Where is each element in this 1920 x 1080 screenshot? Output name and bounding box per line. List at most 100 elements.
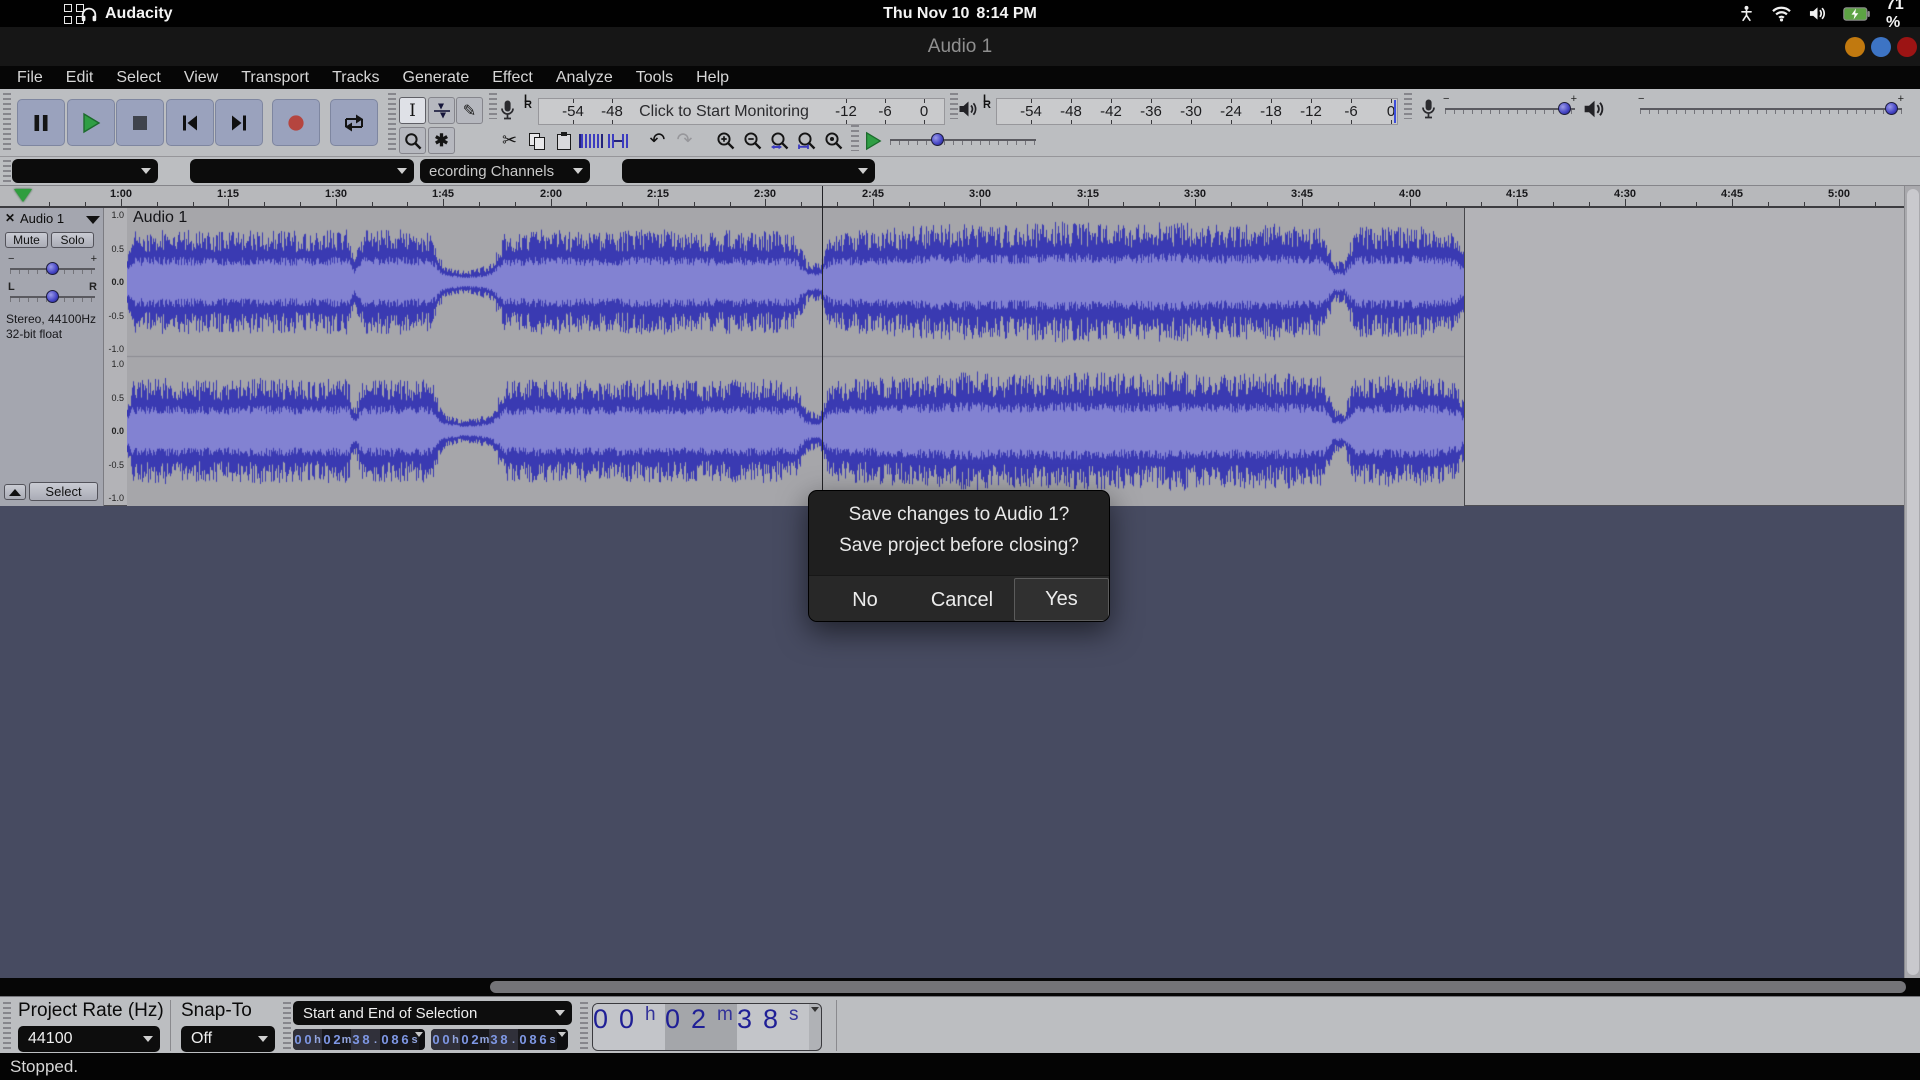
monitor-prompt[interactable]: Click to Start Monitoring: [639, 103, 809, 121]
position-grabber[interactable]: [580, 1002, 588, 1050]
focused-app-indicator[interactable]: Audacity: [80, 0, 173, 27]
time-unit[interactable]: m: [342, 1029, 351, 1050]
draw-tool[interactable]: ✎: [456, 97, 483, 124]
time-digit[interactable]: 3: [489, 1029, 499, 1050]
snap-to-dropdown[interactable]: Off: [181, 1026, 275, 1052]
trim-audio-button[interactable]: [578, 128, 603, 153]
menu-analyze[interactable]: Analyze: [556, 69, 613, 87]
menu-edit[interactable]: Edit: [66, 69, 94, 87]
cancel-button[interactable]: Cancel: [924, 576, 1000, 622]
track-pan-slider[interactable]: L R: [10, 288, 95, 304]
multi-tool[interactable]: ✱: [428, 127, 455, 154]
selection-toolbar-grabber[interactable]: [3, 1002, 11, 1050]
menu-generate[interactable]: Generate: [403, 69, 470, 87]
time-unit[interactable]: m: [717, 1004, 737, 1050]
playback-volume-knob[interactable]: [1885, 102, 1898, 115]
paste-button[interactable]: [551, 128, 576, 153]
selection-tool[interactable]: I: [399, 97, 426, 124]
recording-channels-dropdown[interactable]: ecording Channels: [420, 159, 590, 183]
time-unit[interactable]: s: [789, 1004, 809, 1050]
vertical-scrollbar-thumb[interactable]: [1907, 189, 1919, 975]
vertical-scrollbar[interactable]: [1904, 186, 1920, 978]
menu-help[interactable]: Help: [696, 69, 729, 87]
collapse-track-button[interactable]: [4, 484, 26, 500]
time-unit[interactable]: s: [548, 1029, 557, 1050]
solo-button[interactable]: Solo: [51, 232, 94, 248]
undo-button[interactable]: ↶: [645, 128, 670, 153]
zoom-in-button[interactable]: [713, 128, 738, 153]
time-digit[interactable]: 8: [390, 1029, 400, 1050]
time-digit[interactable]: 8: [763, 1004, 789, 1050]
track-select-button[interactable]: Select: [29, 482, 98, 501]
stop-button[interactable]: [116, 99, 164, 146]
time-digit[interactable]: 8: [499, 1029, 509, 1050]
mixer-grabber[interactable]: [1404, 93, 1412, 119]
redo-button[interactable]: ↷: [672, 128, 697, 153]
selection-mode-dropdown[interactable]: Start and End of Selection: [293, 1001, 572, 1025]
time-digit[interactable]: 0: [460, 1029, 470, 1050]
time-digit[interactable]: 0: [380, 1029, 390, 1050]
track-gain-knob[interactable]: [46, 262, 59, 275]
horizontal-scrollbar[interactable]: [0, 978, 1920, 996]
selection-start-field[interactable]: 00h02m38.086s: [293, 1029, 425, 1050]
time-digit[interactable]: 0: [665, 1004, 691, 1050]
time-digit[interactable]: 6: [400, 1029, 410, 1050]
record-button[interactable]: [272, 99, 320, 146]
time-digit[interactable]: 0: [431, 1029, 441, 1050]
track-pan-knob[interactable]: [46, 290, 59, 303]
menu-view[interactable]: View: [184, 69, 218, 87]
track-name[interactable]: Audio 1: [20, 211, 64, 226]
track-menu-caret-icon[interactable]: [86, 216, 100, 224]
play-meter-grabber[interactable]: [950, 93, 958, 119]
time-digit[interactable]: 0: [293, 1029, 303, 1050]
zoom-tool[interactable]: [399, 127, 426, 154]
audio-host-dropdown[interactable]: [12, 159, 158, 183]
time-unit[interactable]: h: [451, 1029, 460, 1050]
close-track-button[interactable]: ✕: [3, 211, 17, 226]
time-unit[interactable]: .: [371, 1029, 380, 1050]
horizontal-scrollbar-thumb[interactable]: [490, 981, 1906, 993]
playback-device-dropdown[interactable]: [622, 159, 875, 183]
maximize-button[interactable]: [1871, 37, 1891, 57]
envelope-tool[interactable]: [428, 97, 455, 124]
recording-meter[interactable]: -54-48-12-60Click to Start Monitoring: [538, 98, 945, 125]
time-digit[interactable]: 0: [322, 1029, 332, 1050]
recording-volume-knob[interactable]: [1558, 102, 1571, 115]
copy-button[interactable]: [524, 128, 549, 153]
silence-audio-button[interactable]: [605, 128, 630, 153]
time-digit[interactable]: 3: [351, 1029, 361, 1050]
time-unit[interactable]: m: [480, 1029, 489, 1050]
mute-button[interactable]: Mute: [5, 232, 48, 248]
fit-selection-button[interactable]: [767, 128, 792, 153]
recording-device-dropdown[interactable]: [190, 159, 414, 183]
no-button[interactable]: No: [834, 576, 896, 622]
time-unit[interactable]: .: [509, 1029, 518, 1050]
pause-button[interactable]: [17, 99, 65, 146]
device-grabber[interactable]: [3, 160, 11, 182]
selection-end-field[interactable]: 00h02m38.086s: [431, 1029, 568, 1050]
minimize-button[interactable]: [1845, 37, 1865, 57]
project-rate-dropdown[interactable]: 44100: [18, 1026, 160, 1052]
time-digit[interactable]: 0: [441, 1029, 451, 1050]
yes-button[interactable]: Yes: [1014, 578, 1109, 621]
menu-effect[interactable]: Effect: [492, 69, 533, 87]
menu-tracks[interactable]: Tracks: [332, 69, 379, 87]
recording-volume-slider[interactable]: − +: [1445, 100, 1575, 116]
play-button[interactable]: [67, 99, 115, 146]
time-unit[interactable]: h: [313, 1029, 322, 1050]
skip-to-start-button[interactable]: [166, 99, 214, 146]
fit-project-button[interactable]: [794, 128, 819, 153]
time-digit[interactable]: 8: [361, 1029, 371, 1050]
play-at-speed-button[interactable]: [860, 128, 885, 153]
time-digit[interactable]: 3: [737, 1004, 763, 1050]
time-digit[interactable]: 0: [518, 1029, 528, 1050]
menu-file[interactable]: File: [17, 69, 43, 87]
selection-fields-grabber[interactable]: [283, 1002, 291, 1050]
tools-grabber[interactable]: [388, 93, 396, 153]
time-digit[interactable]: 2: [470, 1029, 480, 1050]
time-digit[interactable]: 0: [593, 1004, 619, 1050]
timeline-ruler[interactable]: 1:001:151:301:452:002:152:302:453:003:15…: [0, 186, 1920, 208]
playback-meter[interactable]: -54-48-42-36-30-24-18-12-60: [996, 98, 1398, 125]
audio-position-field[interactable]: 00h02m38s: [592, 1003, 822, 1051]
skip-to-end-button[interactable]: [215, 99, 263, 146]
